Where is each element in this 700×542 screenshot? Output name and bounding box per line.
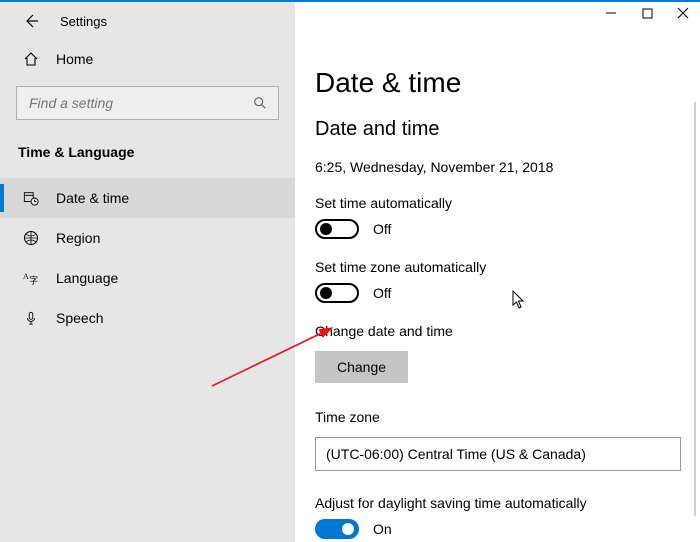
auto-tz-toggle[interactable] <box>315 283 359 303</box>
current-datetime: 6:25, Wednesday, November 21, 2018 <box>315 159 680 175</box>
auto-tz-label: Set time zone automatically <box>315 259 680 275</box>
svg-text:字: 字 <box>29 274 38 285</box>
svg-text:A: A <box>23 272 29 281</box>
main-content: Date & time Date and time 6:25, Wednesda… <box>295 2 700 542</box>
search-input[interactable] <box>27 94 252 112</box>
close-button[interactable] <box>676 6 690 20</box>
sidebar-item-label: Region <box>56 230 100 246</box>
section-title: Date and time <box>315 118 680 141</box>
window-controls <box>604 6 690 20</box>
sidebar-item-speech[interactable]: Speech <box>0 298 295 338</box>
search-icon <box>252 95 268 111</box>
auto-time-label: Set time automatically <box>315 195 680 211</box>
dst-state: On <box>373 521 392 537</box>
search-box[interactable] <box>16 86 279 120</box>
sidebar-nav: Date & time Region A字 Language Speech <box>0 170 295 338</box>
sidebar-item-label: Language <box>56 270 118 286</box>
sidebar: Settings Home Time & Language Date & <box>0 2 295 542</box>
dst-toggle[interactable] <box>315 519 359 539</box>
home-icon <box>22 50 40 68</box>
timezone-label: Time zone <box>315 409 680 425</box>
scrollbar[interactable] <box>694 102 696 516</box>
auto-tz-state: Off <box>373 285 391 301</box>
calendar-clock-icon <box>22 189 40 207</box>
sidebar-item-label: Speech <box>56 310 103 326</box>
dst-label: Adjust for daylight saving time automati… <box>315 495 680 511</box>
globe-icon <box>22 229 40 247</box>
auto-time-state: Off <box>373 221 391 237</box>
microphone-icon <box>22 309 40 327</box>
change-date-time-label: Change date and time <box>315 323 680 339</box>
auto-time-toggle[interactable] <box>315 219 359 239</box>
language-icon: A字 <box>22 269 40 287</box>
sidebar-item-date-time[interactable]: Date & time <box>0 178 295 218</box>
minimize-button[interactable] <box>604 6 618 20</box>
change-button-label: Change <box>337 359 386 375</box>
arrow-left-icon <box>23 13 39 29</box>
sidebar-item-language[interactable]: A字 Language <box>0 258 295 298</box>
sidebar-item-label: Date & time <box>56 190 129 206</box>
change-button[interactable]: Change <box>315 351 408 383</box>
page-title: Date & time <box>315 21 680 99</box>
home-link[interactable]: Home <box>0 34 295 80</box>
back-button[interactable] <box>22 12 40 30</box>
home-label: Home <box>56 51 93 67</box>
timezone-dropdown[interactable]: (UTC-06:00) Central Time (US & Canada) <box>315 437 681 471</box>
window-title: Settings <box>60 14 107 29</box>
category-title: Time & Language <box>0 130 295 170</box>
timezone-value: (UTC-06:00) Central Time (US & Canada) <box>326 446 586 462</box>
sidebar-item-region[interactable]: Region <box>0 218 295 258</box>
maximize-button[interactable] <box>640 6 654 20</box>
